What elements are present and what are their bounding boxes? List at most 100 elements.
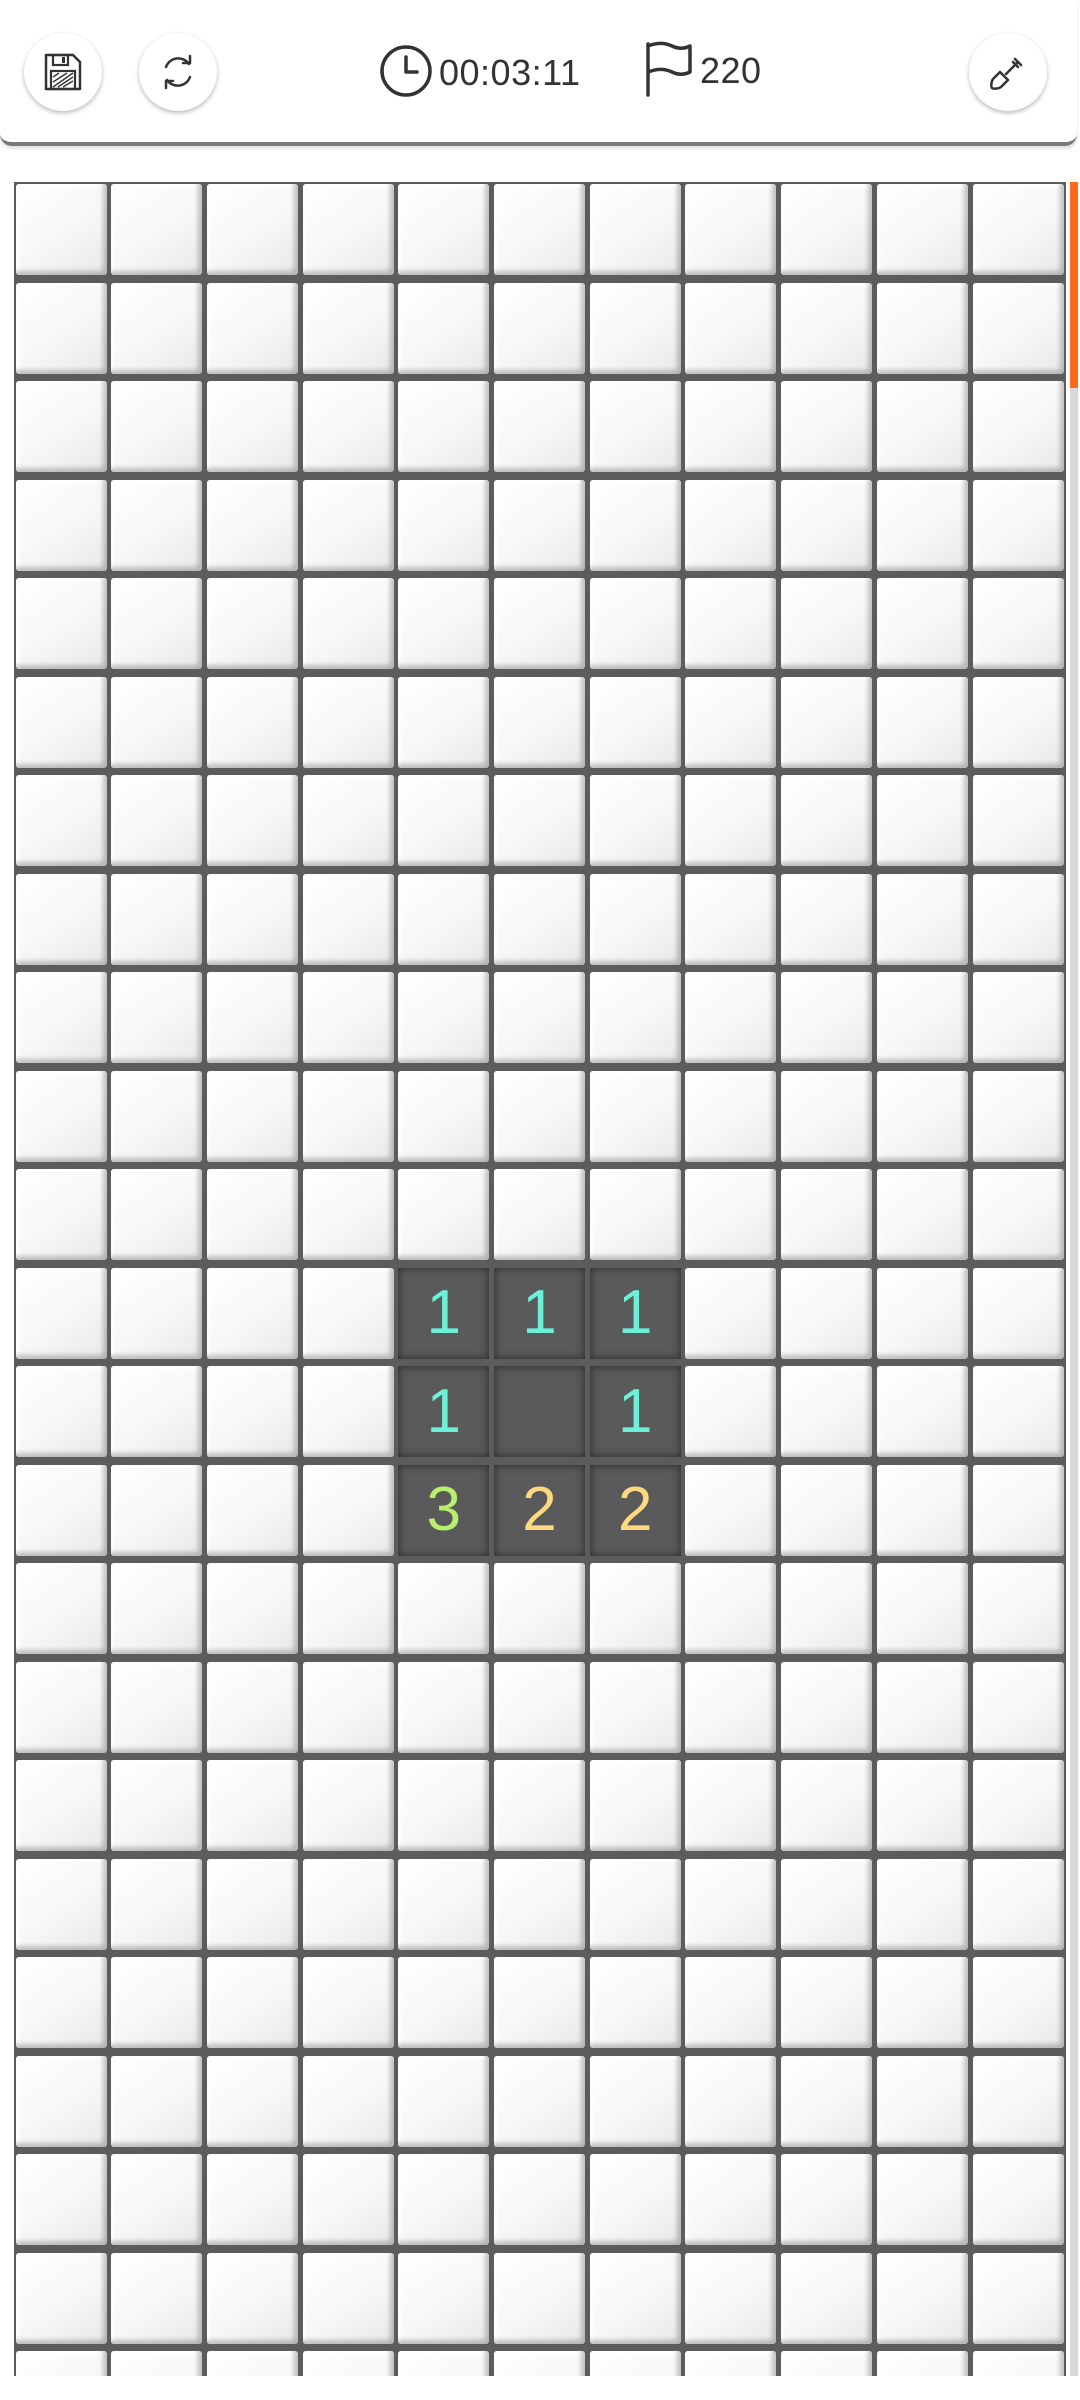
unrevealed-cell[interactable]	[685, 1267, 777, 1359]
unrevealed-cell[interactable]	[494, 1957, 585, 2048]
unrevealed-cell[interactable]	[302, 1563, 394, 1654]
unrevealed-cell[interactable]	[15, 2154, 107, 2245]
unrevealed-cell[interactable]	[111, 1760, 203, 1851]
unrevealed-cell[interactable]	[494, 1563, 585, 1654]
unrevealed-cell[interactable]	[111, 873, 203, 965]
unrevealed-cell[interactable]	[398, 1169, 490, 1260]
unrevealed-cell[interactable]	[111, 1169, 203, 1260]
unrevealed-cell[interactable]	[589, 1661, 681, 1753]
unrevealed-cell[interactable]	[685, 578, 777, 669]
unrevealed-cell[interactable]	[398, 282, 490, 374]
unrevealed-cell[interactable]	[781, 1858, 873, 1950]
unrevealed-cell[interactable]	[685, 1563, 777, 1654]
unrevealed-cell[interactable]	[302, 676, 394, 768]
unrevealed-cell[interactable]	[876, 282, 968, 374]
unrevealed-cell[interactable]	[589, 184, 681, 275]
unrevealed-cell[interactable]	[398, 479, 490, 571]
unrevealed-cell[interactable]	[302, 1169, 394, 1260]
unrevealed-cell[interactable]	[398, 2055, 490, 2147]
unrevealed-cell[interactable]	[111, 972, 203, 1063]
unrevealed-cell[interactable]	[876, 479, 968, 571]
unrevealed-cell[interactable]	[206, 2351, 298, 2376]
unrevealed-cell[interactable]	[972, 2351, 1064, 2376]
unrevealed-cell[interactable]	[781, 1563, 873, 1654]
unrevealed-cell[interactable]	[781, 1267, 873, 1359]
unrevealed-cell[interactable]	[206, 873, 298, 965]
unrevealed-cell[interactable]	[685, 1070, 777, 1162]
revealed-cell[interactable]: 1	[494, 1267, 585, 1359]
unrevealed-cell[interactable]	[398, 972, 490, 1063]
unrevealed-cell[interactable]	[15, 2351, 107, 2376]
unrevealed-cell[interactable]	[111, 1858, 203, 1950]
revealed-cell[interactable]: 2	[494, 1464, 585, 1556]
unrevealed-cell[interactable]	[206, 1563, 298, 1654]
unrevealed-cell[interactable]	[972, 1760, 1064, 1851]
unrevealed-cell[interactable]	[685, 1858, 777, 1950]
unrevealed-cell[interactable]	[781, 775, 873, 866]
unrevealed-cell[interactable]	[876, 1661, 968, 1753]
unrevealed-cell[interactable]	[494, 184, 585, 275]
unrevealed-cell[interactable]	[494, 972, 585, 1063]
unrevealed-cell[interactable]	[302, 1760, 394, 1851]
unrevealed-cell[interactable]	[589, 381, 681, 472]
unrevealed-cell[interactable]	[494, 381, 585, 472]
unrevealed-cell[interactable]	[494, 2351, 585, 2376]
unrevealed-cell[interactable]	[876, 676, 968, 768]
unrevealed-cell[interactable]	[206, 184, 298, 275]
unrevealed-cell[interactable]	[589, 2351, 681, 2376]
unrevealed-cell[interactable]	[15, 972, 107, 1063]
unrevealed-cell[interactable]	[685, 676, 777, 768]
unrevealed-cell[interactable]	[972, 775, 1064, 866]
unrevealed-cell[interactable]	[781, 578, 873, 669]
unrevealed-cell[interactable]	[685, 184, 777, 275]
unrevealed-cell[interactable]	[206, 2252, 298, 2344]
unrevealed-cell[interactable]	[781, 184, 873, 275]
unrevealed-cell[interactable]	[876, 2055, 968, 2147]
unrevealed-cell[interactable]	[206, 1366, 298, 1457]
unrevealed-cell[interactable]	[876, 381, 968, 472]
unrevealed-cell[interactable]	[206, 282, 298, 374]
unrevealed-cell[interactable]	[398, 578, 490, 669]
unrevealed-cell[interactable]	[398, 1563, 490, 1654]
unrevealed-cell[interactable]	[781, 2351, 873, 2376]
unrevealed-cell[interactable]	[111, 2055, 203, 2147]
unrevealed-cell[interactable]	[972, 2055, 1064, 2147]
revealed-cell[interactable]: 1	[589, 1267, 681, 1359]
unrevealed-cell[interactable]	[206, 676, 298, 768]
unrevealed-cell[interactable]	[111, 1366, 203, 1457]
unrevealed-cell[interactable]	[302, 2351, 394, 2376]
unrevealed-cell[interactable]	[302, 184, 394, 275]
unrevealed-cell[interactable]	[972, 1858, 1064, 1950]
unrevealed-cell[interactable]	[15, 1366, 107, 1457]
unrevealed-cell[interactable]	[15, 578, 107, 669]
unrevealed-cell[interactable]	[781, 1661, 873, 1753]
unrevealed-cell[interactable]	[111, 578, 203, 669]
unrevealed-cell[interactable]	[111, 1267, 203, 1359]
unrevealed-cell[interactable]	[494, 479, 585, 571]
unrevealed-cell[interactable]	[685, 873, 777, 965]
unrevealed-cell[interactable]	[302, 479, 394, 571]
unrevealed-cell[interactable]	[302, 1661, 394, 1753]
unrevealed-cell[interactable]	[876, 1366, 968, 1457]
unrevealed-cell[interactable]	[589, 1957, 681, 2048]
unrevealed-cell[interactable]	[398, 381, 490, 472]
unrevealed-cell[interactable]	[15, 1563, 107, 1654]
unrevealed-cell[interactable]	[206, 479, 298, 571]
unrevealed-cell[interactable]	[494, 775, 585, 866]
unrevealed-cell[interactable]	[111, 1563, 203, 1654]
unrevealed-cell[interactable]	[15, 2252, 107, 2344]
unrevealed-cell[interactable]	[15, 1169, 107, 1260]
revealed-cell[interactable]: 1	[398, 1366, 490, 1457]
unrevealed-cell[interactable]	[876, 578, 968, 669]
unrevealed-cell[interactable]	[781, 972, 873, 1063]
unrevealed-cell[interactable]	[494, 2154, 585, 2245]
unrevealed-cell[interactable]	[876, 2252, 968, 2344]
unrevealed-cell[interactable]	[111, 2154, 203, 2245]
unrevealed-cell[interactable]	[302, 775, 394, 866]
unrevealed-cell[interactable]	[972, 2154, 1064, 2245]
unrevealed-cell[interactable]	[589, 972, 681, 1063]
unrevealed-cell[interactable]	[494, 676, 585, 768]
unrevealed-cell[interactable]	[302, 2154, 394, 2245]
restart-button[interactable]	[139, 33, 217, 111]
unrevealed-cell[interactable]	[589, 2154, 681, 2245]
